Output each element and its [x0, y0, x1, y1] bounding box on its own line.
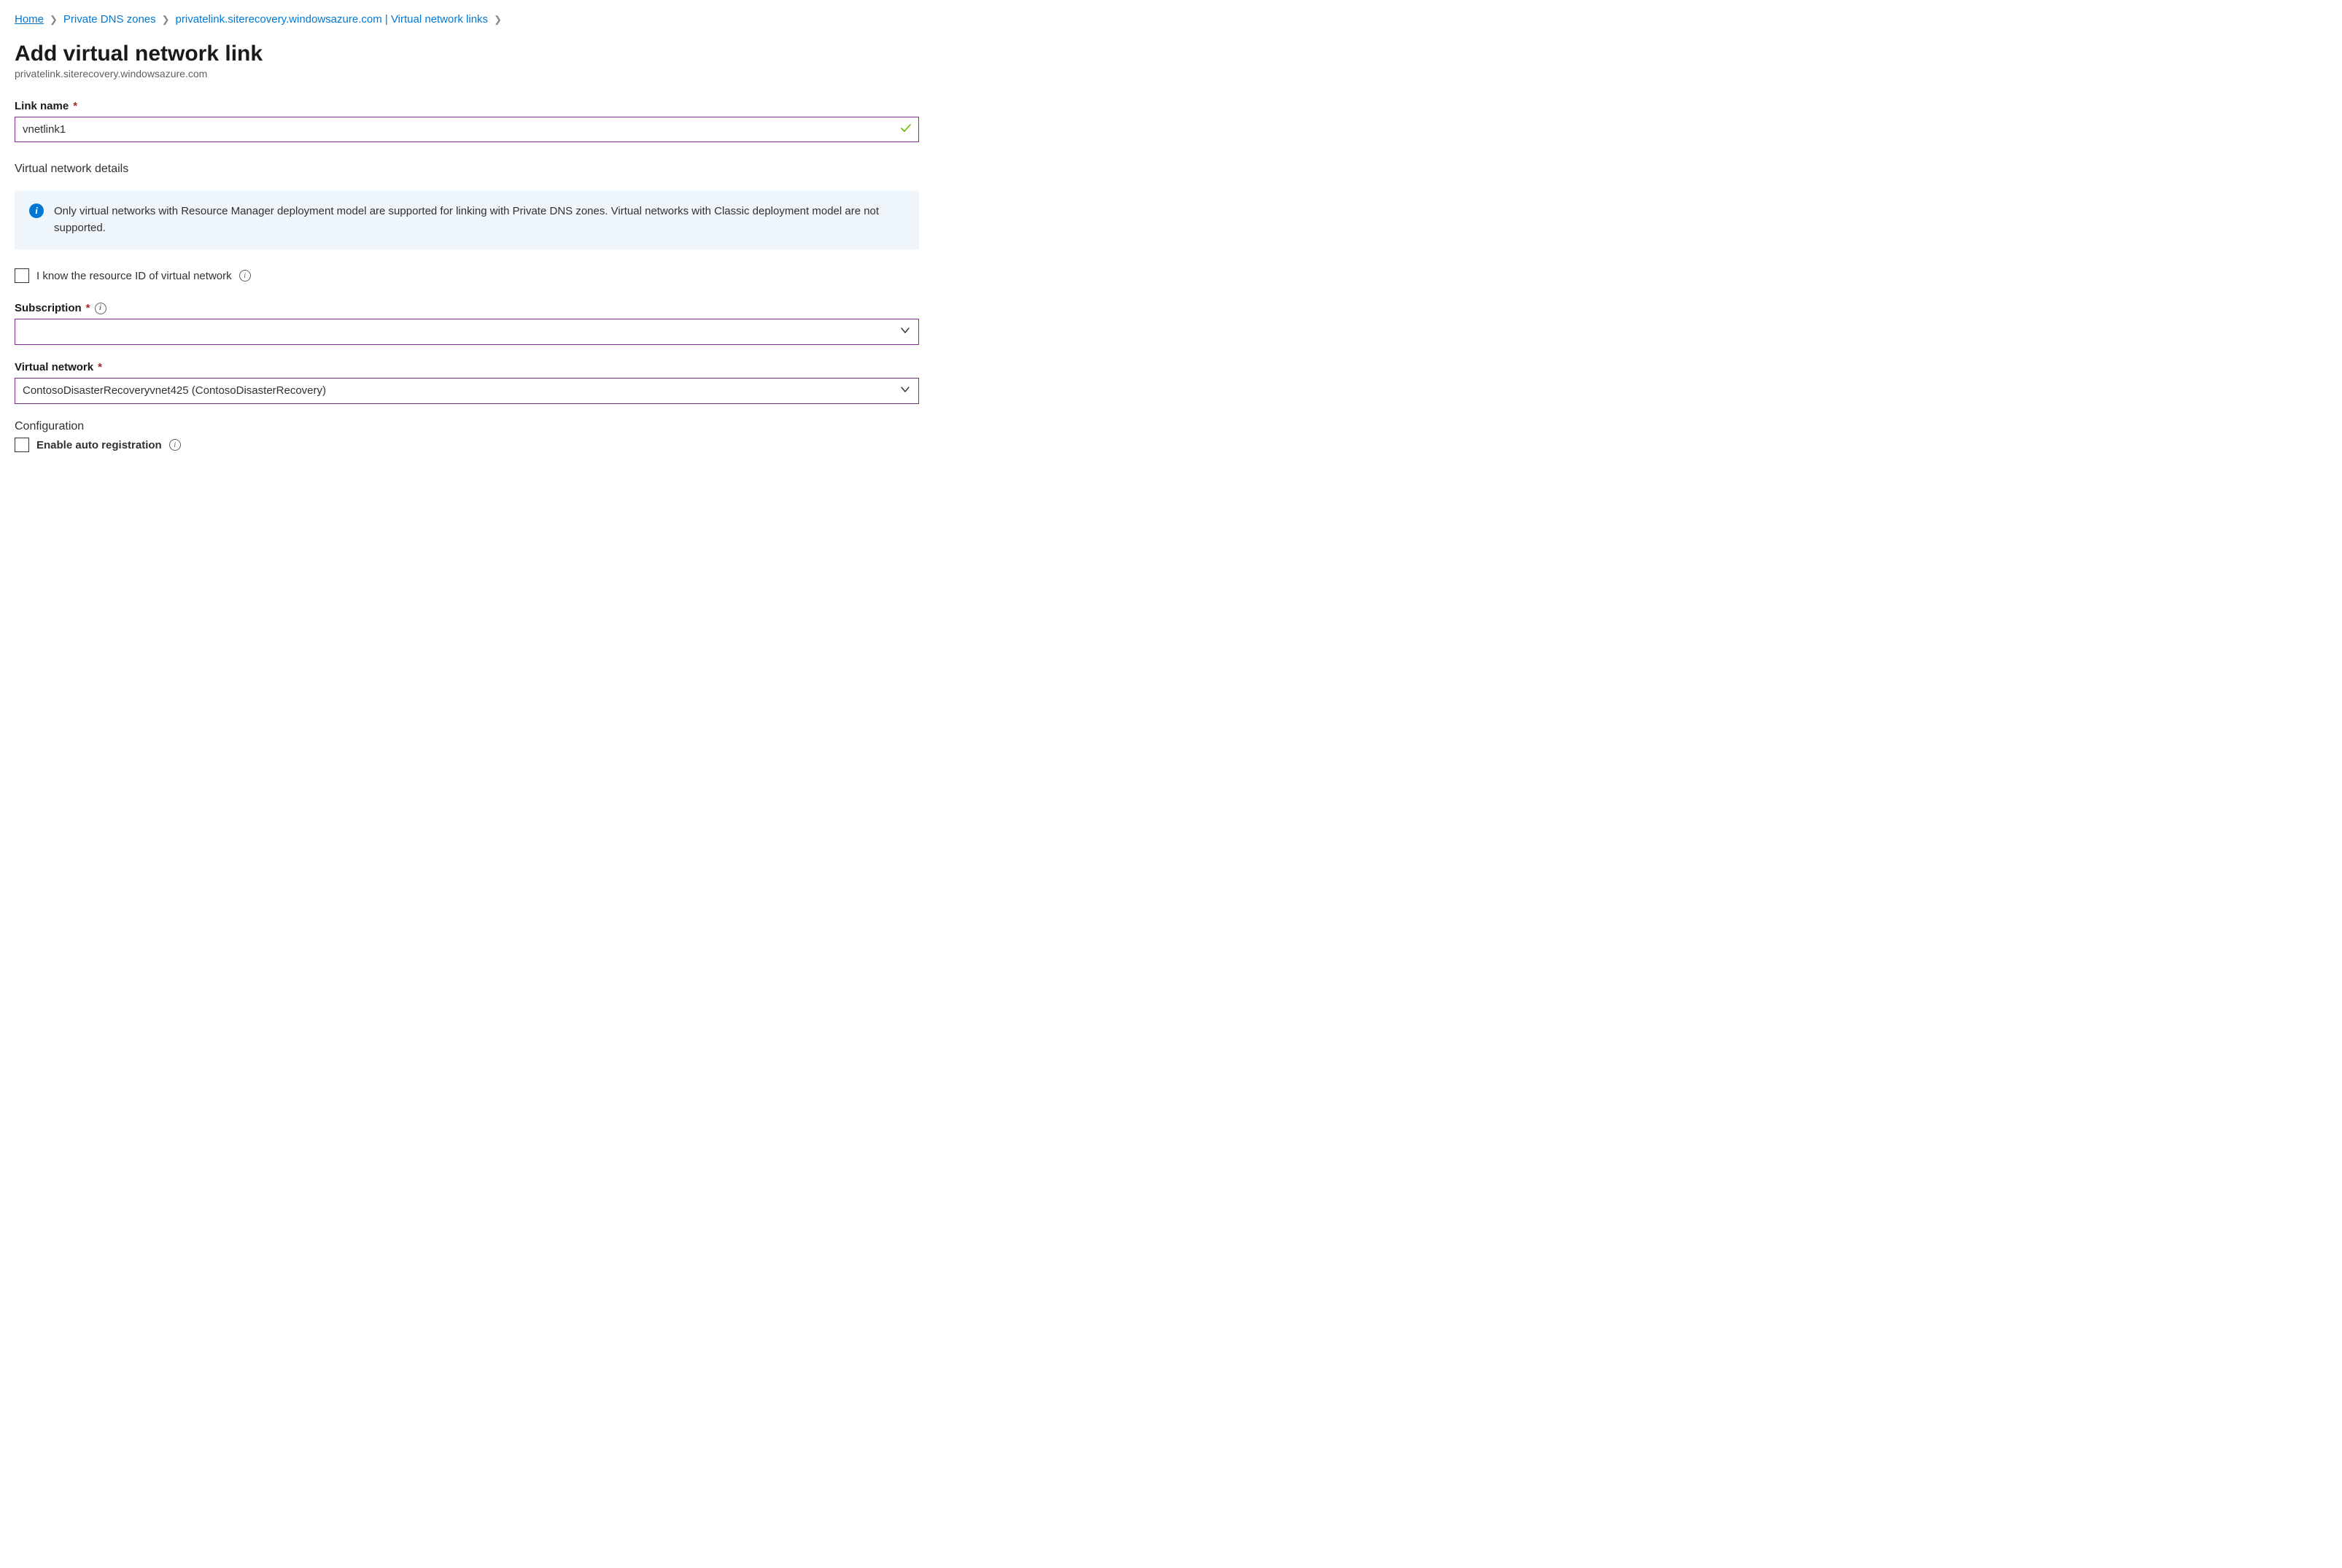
- required-indicator: *: [86, 302, 90, 314]
- breadcrumb-vnet-links[interactable]: privatelink.siterecovery.windowsazure.co…: [176, 13, 489, 26]
- vnet-details-heading: Virtual network details: [15, 163, 2327, 176]
- chevron-right-icon: ❯: [162, 14, 170, 26]
- info-tooltip-icon[interactable]: i: [239, 270, 251, 282]
- required-indicator: *: [98, 361, 102, 373]
- required-indicator: *: [73, 100, 77, 112]
- subscription-select[interactable]: [15, 319, 919, 345]
- subscription-label: Subscription * i: [15, 302, 2327, 314]
- info-banner: i Only virtual networks with Resource Ma…: [15, 190, 919, 249]
- know-resource-id-label[interactable]: I know the resource ID of virtual networ…: [36, 270, 232, 282]
- virtual-network-select[interactable]: ContosoDisasterRecoveryvnet425 (ContosoD…: [15, 378, 919, 404]
- configuration-heading: Configuration: [15, 420, 2327, 433]
- enable-auto-registration-checkbox[interactable]: [15, 438, 29, 452]
- breadcrumb-private-dns-zones[interactable]: Private DNS zones: [63, 13, 156, 26]
- link-name-label: Link name *: [15, 100, 2327, 112]
- page-title: Add virtual network link: [15, 42, 2327, 66]
- link-name-input[interactable]: [15, 117, 919, 142]
- info-tooltip-icon[interactable]: i: [95, 303, 106, 314]
- info-tooltip-icon[interactable]: i: [169, 439, 181, 451]
- chevron-right-icon: ❯: [50, 14, 58, 26]
- breadcrumb: Home ❯ Private DNS zones ❯ privatelink.s…: [15, 13, 2327, 26]
- page-subtitle: privatelink.siterecovery.windowsazure.co…: [15, 68, 2327, 79]
- info-icon: i: [29, 203, 44, 218]
- know-resource-id-checkbox[interactable]: [15, 268, 29, 283]
- virtual-network-label: Virtual network *: [15, 361, 2327, 373]
- enable-auto-registration-label[interactable]: Enable auto registration: [36, 439, 162, 451]
- breadcrumb-home[interactable]: Home: [15, 13, 44, 26]
- info-banner-text: Only virtual networks with Resource Mana…: [54, 203, 904, 236]
- chevron-right-icon: ❯: [494, 14, 502, 26]
